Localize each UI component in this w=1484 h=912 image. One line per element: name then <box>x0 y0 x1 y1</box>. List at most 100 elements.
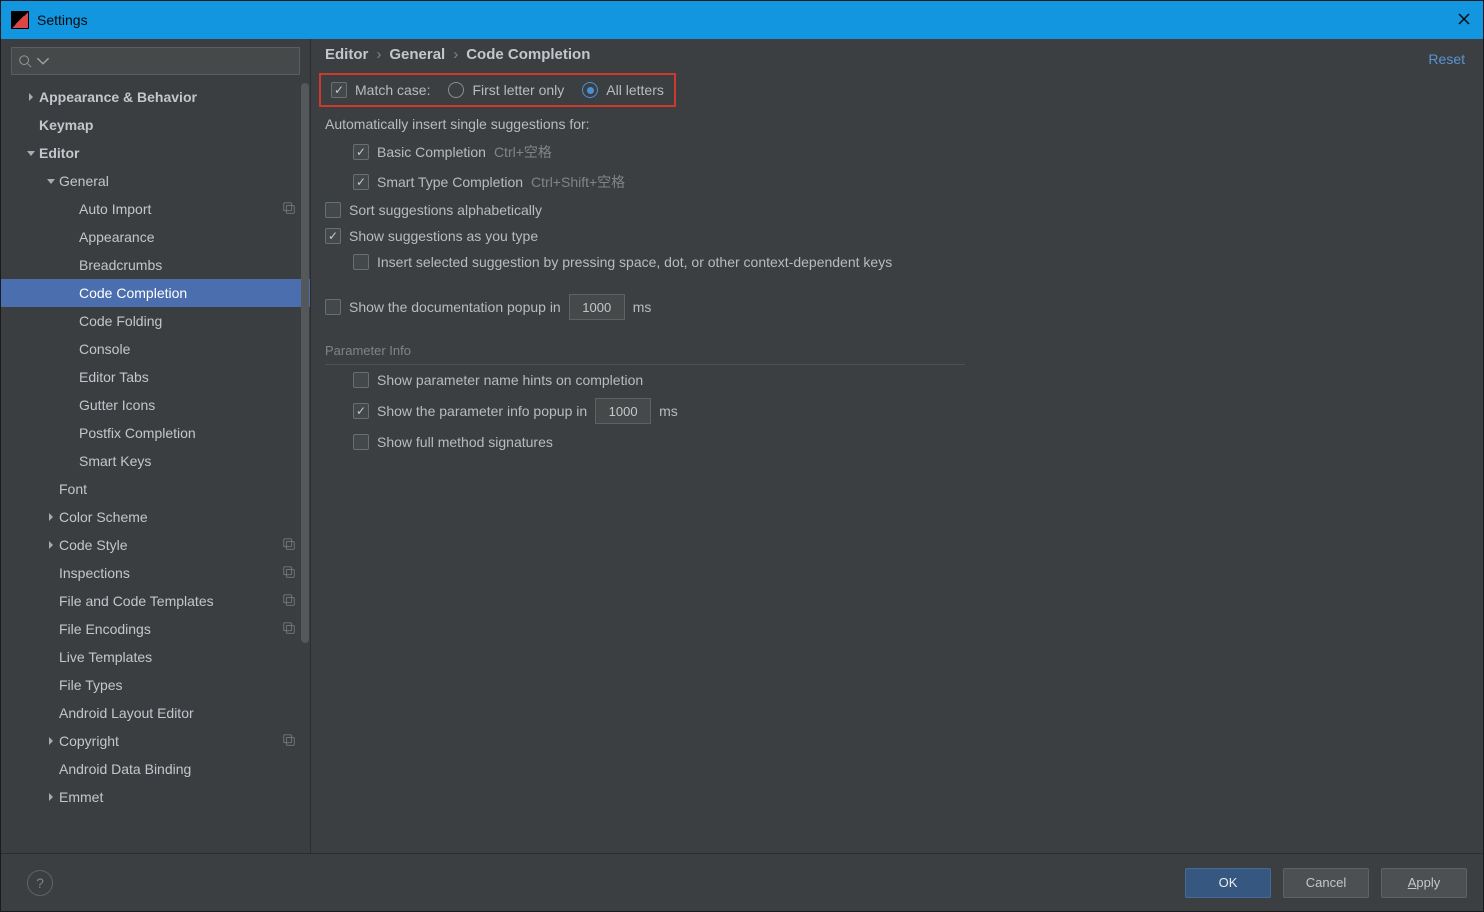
first-letter-label[interactable]: First letter only <box>472 82 564 98</box>
form: Match case: First letter only All letter… <box>311 69 1483 853</box>
basic-completion-hint: Ctrl+空格 <box>494 142 552 162</box>
chevron-right-icon[interactable] <box>43 792 59 802</box>
sidebar-item-live-templates[interactable]: Live Templates <box>1 643 310 671</box>
scheme-badge-icon <box>282 201 296 218</box>
scheme-badge-icon <box>282 565 296 582</box>
sidebar-item-label: File Types <box>59 677 123 693</box>
breadcrumb-sep: › <box>453 46 458 63</box>
suggest-type-checkbox[interactable] <box>325 228 341 244</box>
sidebar-item-label: Appearance & Behavior <box>39 89 197 105</box>
all-letters-label[interactable]: All letters <box>606 82 664 98</box>
smart-completion-checkbox[interactable] <box>353 174 369 190</box>
sidebar-item-auto-import[interactable]: Auto Import <box>1 195 310 223</box>
sidebar-item-android-layout-editor[interactable]: Android Layout Editor <box>1 699 310 727</box>
chevron-down-icon[interactable] <box>23 148 39 158</box>
smart-completion-label[interactable]: Smart Type Completion <box>377 174 523 190</box>
breadcrumb-sep: › <box>376 46 381 63</box>
sidebar-item-editor[interactable]: Editor <box>1 139 310 167</box>
search-icon <box>18 54 32 68</box>
doc-popup-checkbox[interactable] <box>325 299 341 315</box>
breadcrumb-part[interactable]: Editor <box>325 46 368 63</box>
sidebar-item-breadcrumbs[interactable]: Breadcrumbs <box>1 251 310 279</box>
param-hints-checkbox[interactable] <box>353 372 369 388</box>
scheme-badge-icon <box>282 733 296 750</box>
sidebar-item-smart-keys[interactable]: Smart Keys <box>1 447 310 475</box>
window-title: Settings <box>37 12 88 28</box>
sidebar-item-label: Auto Import <box>79 201 151 217</box>
section-separator <box>325 364 965 365</box>
sidebar-item-label: Editor Tabs <box>79 369 149 385</box>
insert-selected-checkbox[interactable] <box>353 254 369 270</box>
sidebar-item-label: Code Style <box>59 537 127 553</box>
sidebar-item-inspections[interactable]: Inspections <box>1 559 310 587</box>
sidebar-item-label: Appearance <box>79 229 155 245</box>
doc-popup-label-post: ms <box>633 299 652 315</box>
basic-completion-checkbox[interactable] <box>353 144 369 160</box>
sidebar-item-console[interactable]: Console <box>1 335 310 363</box>
sort-alpha-label[interactable]: Sort suggestions alphabetically <box>349 202 542 218</box>
sidebar-item-android-data-binding[interactable]: Android Data Binding <box>1 755 310 783</box>
doc-popup-label-pre[interactable]: Show the documentation popup in <box>349 299 561 315</box>
chevron-right-icon[interactable] <box>43 540 59 550</box>
help-button[interactable]: ? <box>27 870 53 896</box>
doc-popup-input[interactable] <box>569 294 625 320</box>
sidebar-item-keymap[interactable]: Keymap <box>1 111 310 139</box>
sidebar-item-label: Postfix Completion <box>79 425 196 441</box>
sidebar-item-label: Breadcrumbs <box>79 257 162 273</box>
sidebar-item-label: Smart Keys <box>79 453 151 469</box>
sidebar-item-font[interactable]: Font <box>1 475 310 503</box>
sidebar-item-editor-tabs[interactable]: Editor Tabs <box>1 363 310 391</box>
chevron-right-icon[interactable] <box>23 92 39 102</box>
param-popup-label-pre[interactable]: Show the parameter info popup in <box>377 403 587 419</box>
tree-scrollbar[interactable] <box>301 83 309 853</box>
sidebar-item-label: General <box>59 173 109 189</box>
apply-button[interactable]: Apply <box>1381 868 1467 898</box>
param-popup-checkbox[interactable] <box>353 403 369 419</box>
breadcrumb-part[interactable]: General <box>389 46 445 63</box>
full-sig-label[interactable]: Show full method signatures <box>377 434 553 450</box>
chevron-down-icon[interactable] <box>43 176 59 186</box>
sidebar-item-copyright[interactable]: Copyright <box>1 727 310 755</box>
sidebar-item-file-and-code-templates[interactable]: File and Code Templates <box>1 587 310 615</box>
sidebar-item-general[interactable]: General <box>1 167 310 195</box>
sidebar-item-label: File Encodings <box>59 621 151 637</box>
breadcrumb-part: Code Completion <box>466 46 590 63</box>
close-button[interactable] <box>1455 10 1473 28</box>
sidebar-item-gutter-icons[interactable]: Gutter Icons <box>1 391 310 419</box>
sidebar-item-file-types[interactable]: File Types <box>1 671 310 699</box>
basic-completion-label[interactable]: Basic Completion <box>377 144 486 160</box>
insert-selected-label[interactable]: Insert selected suggestion by pressing s… <box>377 254 892 270</box>
ok-button[interactable]: OK <box>1185 868 1271 898</box>
all-letters-radio[interactable] <box>582 82 598 98</box>
search-input[interactable] <box>11 47 300 75</box>
param-hints-label[interactable]: Show parameter name hints on completion <box>377 372 643 388</box>
sidebar-item-code-style[interactable]: Code Style <box>1 531 310 559</box>
chevron-right-icon[interactable] <box>43 512 59 522</box>
param-popup-input[interactable] <box>595 398 651 424</box>
sidebar-item-appearance[interactable]: Appearance <box>1 223 310 251</box>
sidebar-item-label: Android Data Binding <box>59 761 191 777</box>
suggest-type-label[interactable]: Show suggestions as you type <box>349 228 538 244</box>
full-sig-checkbox[interactable] <box>353 434 369 450</box>
chevron-right-icon[interactable] <box>43 736 59 746</box>
sidebar-item-postfix-completion[interactable]: Postfix Completion <box>1 419 310 447</box>
first-letter-radio[interactable] <box>448 82 464 98</box>
match-case-checkbox[interactable] <box>331 82 347 98</box>
sidebar-item-file-encodings[interactable]: File Encodings <box>1 615 310 643</box>
scheme-badge-icon <box>282 621 296 638</box>
sidebar-item-appearance-behavior[interactable]: Appearance & Behavior <box>1 83 310 111</box>
cancel-button[interactable]: Cancel <box>1283 868 1369 898</box>
match-case-label[interactable]: Match case: <box>355 82 430 98</box>
match-case-highlight: Match case: First letter only All letter… <box>319 73 676 107</box>
parameter-info-section: Parameter Info <box>325 343 1469 358</box>
sidebar-item-color-scheme[interactable]: Color Scheme <box>1 503 310 531</box>
sidebar-item-code-completion[interactable]: Code Completion <box>1 279 310 307</box>
sidebar-item-emmet[interactable]: Emmet <box>1 783 310 811</box>
sort-alpha-checkbox[interactable] <box>325 202 341 218</box>
sidebar-item-code-folding[interactable]: Code Folding <box>1 307 310 335</box>
reset-link[interactable]: Reset <box>1428 51 1465 67</box>
sidebar-item-label: Font <box>59 481 87 497</box>
sidebar-item-label: Editor <box>39 145 79 161</box>
param-popup-label-post: ms <box>659 403 678 419</box>
sidebar-item-label: Keymap <box>39 117 93 133</box>
